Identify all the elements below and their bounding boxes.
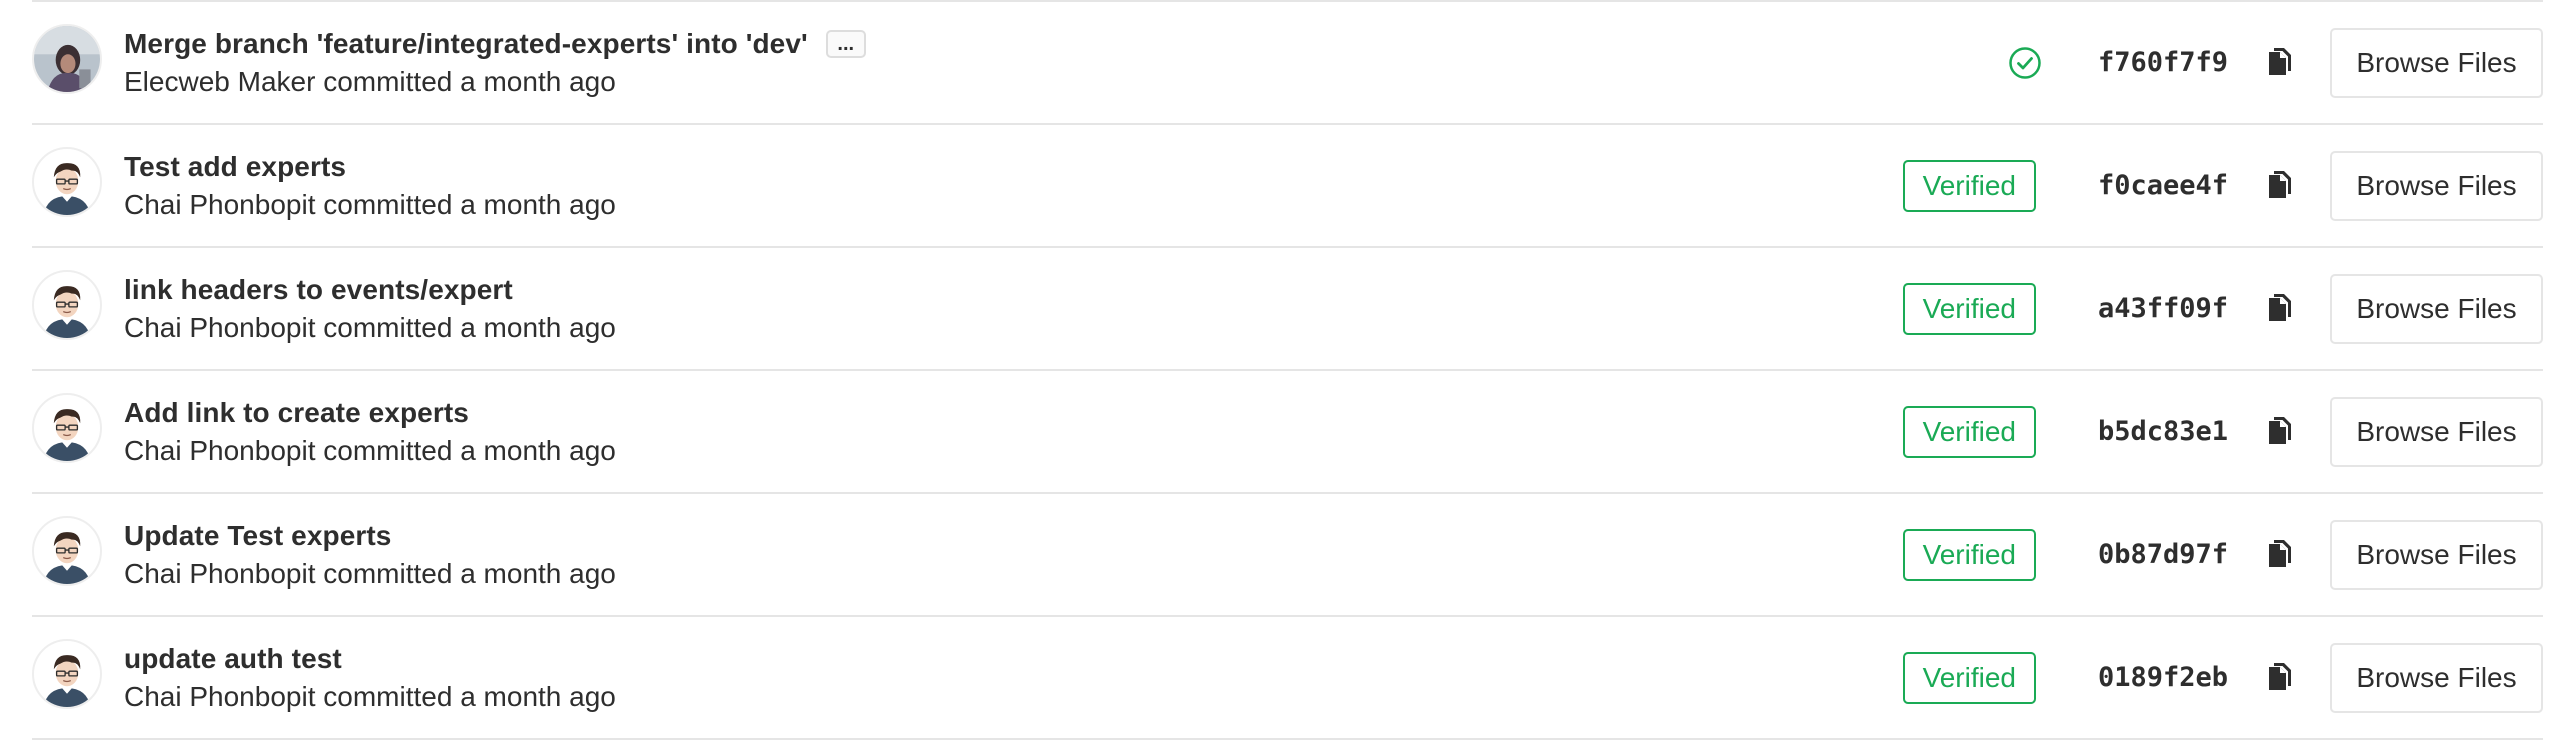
commit-title-link[interactable]: Test add experts [124,151,346,183]
expand-description-button[interactable]: ... [825,30,866,58]
commit-sha: 0b87d97f [2098,539,2229,570]
commit-sha: f0caee4f [2098,170,2229,201]
verified-badge[interactable]: Verified [1902,405,2036,458]
check-circle-icon[interactable] [2008,46,2042,80]
commit-detail: update auth test Chai Phonbopit committe… [124,639,616,713]
commit-title-line: link headers to events/expert [124,270,616,310]
commit-title-line: Update Test experts [124,516,616,556]
commit-detail: Update Test experts Chai Phonbopit commi… [124,516,616,590]
cartoon-avatar-icon[interactable] [32,270,102,340]
commit-actions: Verified 0b87d97f Browse Files [1902,494,2543,615]
committed-text: committed [323,66,453,97]
commit-title-link[interactable]: Update Test experts [124,520,391,552]
commit-title-line: Add link to create experts [124,393,616,433]
commit-list: Merge branch 'feature/integrated-experts… [32,0,2543,740]
commit-author-line: Chai Phonbopit committed a month ago [124,681,616,713]
commit-time: a month ago [460,312,616,343]
browse-files-button[interactable]: Browse Files [2330,519,2543,590]
commit-detail: Merge branch 'feature/integrated-experts… [124,24,866,98]
commit-row: Merge branch 'feature/integrated-experts… [32,0,2543,125]
browse-files-button[interactable]: Browse Files [2330,150,2543,221]
copy-sha-button[interactable] [2260,535,2300,575]
photo-avatar-icon[interactable] [32,24,102,94]
browse-files-button[interactable]: Browse Files [2330,27,2543,98]
commit-author-line: Chai Phonbopit committed a month ago [124,189,616,221]
commit-time: a month ago [460,558,616,589]
clipboard-copy-icon [2269,539,2291,567]
commit-author-link[interactable]: Chai Phonbopit [124,558,315,589]
commit-time: a month ago [460,66,616,97]
copy-sha-button[interactable] [2260,412,2300,452]
commit-sha: 0189f2eb [2098,662,2229,693]
committed-text: committed [323,558,453,589]
commit-author-link[interactable]: Chai Phonbopit [124,312,315,343]
commit-author-line: Chai Phonbopit committed a month ago [124,312,616,344]
commit-actions: Verified b5dc83e1 Browse Files [1902,371,2543,492]
commit-actions: f760f7f9 Browse Files [2008,2,2543,123]
committed-text: committed [323,681,453,712]
committed-text: committed [323,435,453,466]
commit-sha: f760f7f9 [2098,47,2229,78]
commit-detail: Add link to create experts Chai Phonbopi… [124,393,616,467]
commit-detail: link headers to events/expert Chai Phonb… [124,270,616,344]
commit-row: Test add experts Chai Phonbopit committe… [32,125,2543,248]
commit-time: a month ago [460,435,616,466]
commit-title-link[interactable]: Merge branch 'feature/integrated-experts… [124,28,808,60]
browse-files-button[interactable]: Browse Files [2330,642,2543,713]
commit-sha: a43ff09f [2098,293,2229,324]
commit-title-line: Test add experts [124,147,616,187]
verified-badge[interactable]: Verified [1902,528,2036,581]
commit-time: a month ago [460,681,616,712]
commit-actions: Verified a43ff09f Browse Files [1902,248,2543,369]
commit-author-link[interactable]: Chai Phonbopit [124,435,315,466]
clipboard-copy-icon [2269,170,2291,198]
clipboard-copy-icon [2269,662,2291,690]
committed-text: committed [323,312,453,343]
commit-row: Update Test experts Chai Phonbopit commi… [32,494,2543,617]
verified-badge[interactable]: Verified [1902,282,2036,335]
commit-author-link[interactable]: Elecweb Maker [124,66,315,97]
commit-actions: Verified f0caee4f Browse Files [1902,125,2543,246]
copy-sha-button[interactable] [2260,166,2300,206]
browse-files-button[interactable]: Browse Files [2330,396,2543,467]
clipboard-copy-icon [2269,416,2291,444]
commit-title-link[interactable]: update auth test [124,643,342,675]
cartoon-avatar-icon[interactable] [32,516,102,586]
copy-sha-button[interactable] [2260,43,2300,83]
verified-badge[interactable]: Verified [1902,651,2036,704]
commit-author-line: Elecweb Maker committed a month ago [124,66,866,98]
clipboard-copy-icon [2269,293,2291,321]
commit-title-line: Merge branch 'feature/integrated-experts… [124,24,866,64]
cartoon-avatar-icon[interactable] [32,393,102,463]
commit-detail: Test add experts Chai Phonbopit committe… [124,147,616,221]
copy-sha-button[interactable] [2260,289,2300,329]
verified-badge[interactable]: Verified [1902,159,2036,212]
cartoon-avatar-icon[interactable] [32,147,102,217]
commit-time: a month ago [460,189,616,220]
commit-author-link[interactable]: Chai Phonbopit [124,189,315,220]
commit-author-link[interactable]: Chai Phonbopit [124,681,315,712]
cartoon-avatar-icon[interactable] [32,639,102,709]
commit-row: link headers to events/expert Chai Phonb… [32,248,2543,371]
commit-title-link[interactable]: link headers to events/expert [124,274,513,306]
commit-title-line: update auth test [124,639,616,679]
commit-author-line: Chai Phonbopit committed a month ago [124,435,616,467]
commit-row: Add link to create experts Chai Phonbopi… [32,371,2543,494]
committed-text: committed [323,189,453,220]
commit-actions: Verified 0189f2eb Browse Files [1902,617,2543,738]
commit-author-line: Chai Phonbopit committed a month ago [124,558,616,590]
commit-row: update auth test Chai Phonbopit committe… [32,617,2543,740]
commit-title-link[interactable]: Add link to create experts [124,397,469,429]
browse-files-button[interactable]: Browse Files [2330,273,2543,344]
clipboard-copy-icon [2269,47,2291,75]
commit-sha: b5dc83e1 [2098,416,2229,447]
copy-sha-button[interactable] [2260,658,2300,698]
